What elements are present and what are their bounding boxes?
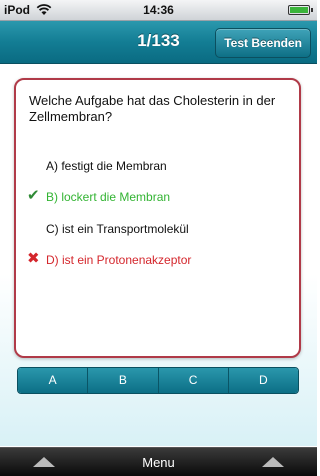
option-a-button[interactable]: A xyxy=(18,368,88,393)
status-bar: iPod 14:36 xyxy=(0,0,317,21)
cross-icon: ✖ xyxy=(27,250,40,267)
answer-b[interactable]: B) lockert die Membran xyxy=(46,190,170,204)
answer-d[interactable]: D) ist ein Protonenakzeptor xyxy=(46,253,191,267)
answer-c[interactable]: C) ist ein Transportmolekül xyxy=(46,222,189,236)
clock: 14:36 xyxy=(143,3,174,17)
end-test-button[interactable]: Test Beenden xyxy=(215,28,311,58)
answer-options: A B C D xyxy=(17,367,299,394)
content-area: Welche Aufgabe hat das Cholesterin in de… xyxy=(0,64,317,446)
option-b-button[interactable]: B xyxy=(87,368,158,393)
up-arrow-icon xyxy=(262,457,284,467)
check-icon: ✔ xyxy=(27,187,40,204)
nav-bar: 1/133 Test Beenden xyxy=(0,21,317,64)
option-d-button[interactable]: D xyxy=(227,368,298,393)
answer-a[interactable]: A) festigt die Membran xyxy=(46,159,167,173)
question-text: Welche Aufgabe hat das Cholesterin in de… xyxy=(29,93,276,124)
battery-icon xyxy=(288,5,313,15)
question-card: Welche Aufgabe hat das Cholesterin in de… xyxy=(14,78,301,358)
bottom-menu-bar[interactable]: Menu xyxy=(0,447,317,476)
option-c-button[interactable]: C xyxy=(157,368,228,393)
